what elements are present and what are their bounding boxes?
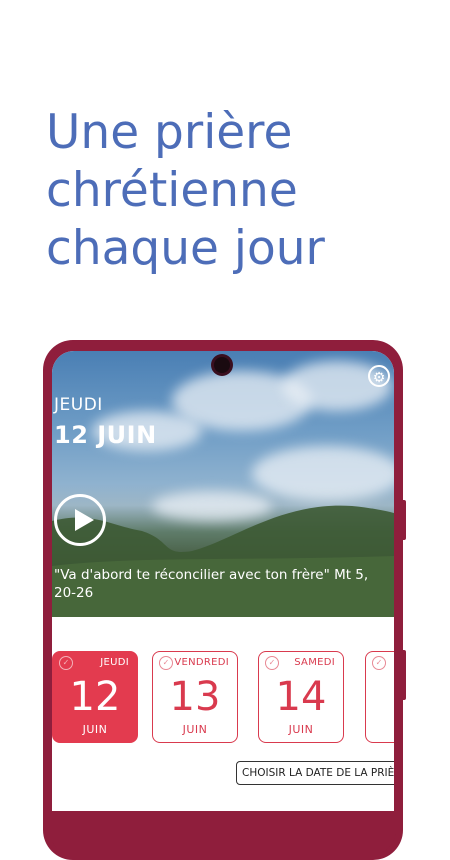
verse-text: "Va d'abord te réconcilier avec ton frèr… [54,567,369,601]
current-date: 12 JUIN [54,421,157,449]
headline-line-3: chaque jour [46,221,325,276]
hero-image: ⚙ JEUDI 12 JUIN "Va d'abord te réconcili… [52,351,394,617]
gear-icon[interactable]: ⚙ [368,365,390,387]
date-card-month: JUIN [82,723,108,736]
date-card-number: 1 [390,674,394,720]
check-icon: ✓ [265,656,279,670]
headline: Une prière chrétienne chaque jour [46,104,426,278]
date-card[interactable]: ✓ 1 [365,651,394,743]
day-name: JEUDI [54,395,103,415]
choose-date-button[interactable]: CHOISIR LA DATE DE LA PRIÈRE [236,761,394,785]
phone-side-button [401,500,406,540]
date-card[interactable]: ✓ JEUDI 12 JUIN [52,651,138,743]
check-icon: ✓ [159,656,173,670]
phone-side-button [401,650,406,700]
date-card-weekday: VENDREDI [174,657,229,668]
app-screen: ⚙ JEUDI 12 JUIN "Va d'abord te réconcili… [52,351,394,811]
date-card-weekday: SAMEDI [294,657,335,668]
date-card-number: 13 [169,674,221,720]
date-card-number: 12 [69,674,121,720]
date-card-month: JUIN [288,723,314,736]
check-icon: ✓ [59,656,73,670]
play-icon[interactable] [54,494,106,546]
date-card-number: 14 [275,674,327,720]
date-carousel: ✓ JEUDI 12 JUIN ✓ VENDREDI 13 JUIN ✓ SAM… [52,651,394,746]
date-card[interactable]: ✓ VENDREDI 13 JUIN [152,651,238,743]
headline-line-2: chrétienne [46,163,298,218]
date-card-weekday: JEUDI [100,657,129,668]
date-card-month: JUIN [182,723,208,736]
front-camera [214,357,230,373]
check-icon: ✓ [372,656,386,670]
headline-line-1: Une prière [46,105,293,160]
date-card[interactable]: ✓ SAMEDI 14 JUIN [258,651,344,743]
